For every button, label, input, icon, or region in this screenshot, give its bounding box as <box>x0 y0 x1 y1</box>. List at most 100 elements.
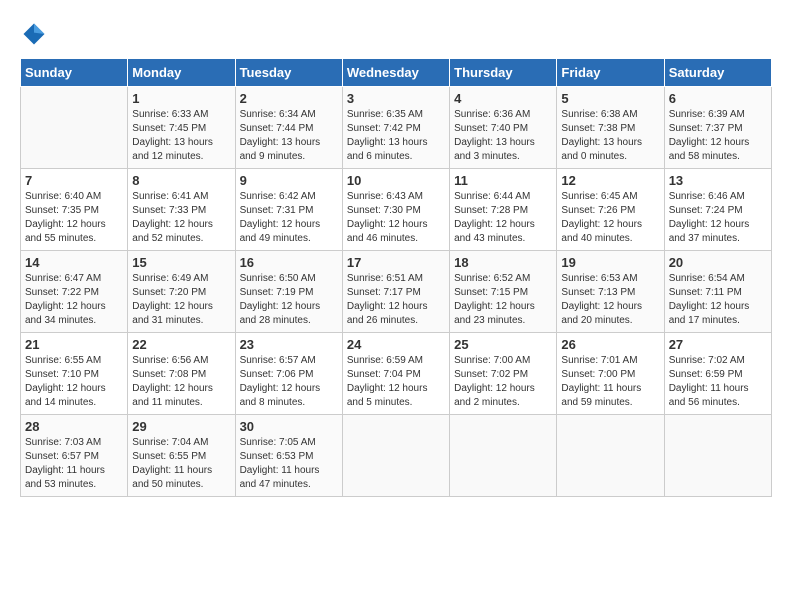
day-number: 15 <box>132 255 230 270</box>
day-info: Sunrise: 6:40 AMSunset: 7:35 PMDaylight:… <box>25 190 123 246</box>
day-number: 19 <box>561 255 659 270</box>
logo-icon <box>20 20 48 48</box>
header-day-tuesday: Tuesday <box>235 59 342 87</box>
day-number: 25 <box>454 337 552 352</box>
day-info: Sunrise: 7:00 AMSunset: 7:02 PMDaylight:… <box>454 354 552 410</box>
day-number: 26 <box>561 337 659 352</box>
header-day-friday: Friday <box>557 59 664 87</box>
calendar-header: SundayMondayTuesdayWednesdayThursdayFrid… <box>21 59 772 87</box>
calendar-cell: 21 Sunrise: 6:55 AMSunset: 7:10 PMDayligh… <box>21 333 128 415</box>
week-row-2: 14 Sunrise: 6:47 AMSunset: 7:22 PMDayligh… <box>21 251 772 333</box>
day-number: 9 <box>240 173 338 188</box>
day-info: Sunrise: 7:04 AMSunset: 6:55 PMDaylight:… <box>132 436 230 492</box>
day-number: 2 <box>240 91 338 106</box>
day-info: Sunrise: 6:46 AMSunset: 7:24 PMDaylight:… <box>669 190 767 246</box>
day-info: Sunrise: 6:49 AMSunset: 7:20 PMDaylight:… <box>132 272 230 328</box>
day-info: Sunrise: 6:53 AMSunset: 7:13 PMDaylight:… <box>561 272 659 328</box>
day-number: 7 <box>25 173 123 188</box>
calendar-cell <box>664 415 771 497</box>
header-day-monday: Monday <box>128 59 235 87</box>
day-number: 18 <box>454 255 552 270</box>
day-info: Sunrise: 6:56 AMSunset: 7:08 PMDaylight:… <box>132 354 230 410</box>
calendar-cell: 27 Sunrise: 7:02 AMSunset: 6:59 PMDayligh… <box>664 333 771 415</box>
day-number: 23 <box>240 337 338 352</box>
calendar-cell: 17Sunrise: 6:51 AMSunset: 7:17 PMDayligh… <box>342 251 449 333</box>
day-number: 21 <box>25 337 123 352</box>
calendar-table: SundayMondayTuesdayWednesdayThursdayFrid… <box>20 58 772 497</box>
day-number: 20 <box>669 255 767 270</box>
day-number: 8 <box>132 173 230 188</box>
calendar-cell: 13 Sunrise: 6:46 AMSunset: 7:24 PMDayligh… <box>664 169 771 251</box>
day-info: Sunrise: 7:01 AMSunset: 7:00 PMDaylight:… <box>561 354 659 410</box>
calendar-cell <box>557 415 664 497</box>
header-day-saturday: Saturday <box>664 59 771 87</box>
logo <box>20 20 52 48</box>
week-row-3: 21 Sunrise: 6:55 AMSunset: 7:10 PMDayligh… <box>21 333 772 415</box>
day-number: 12 <box>561 173 659 188</box>
day-info: Sunrise: 6:45 AMSunset: 7:26 PMDaylight:… <box>561 190 659 246</box>
header-day-wednesday: Wednesday <box>342 59 449 87</box>
calendar-cell <box>450 415 557 497</box>
day-info: Sunrise: 6:43 AMSunset: 7:30 PMDaylight:… <box>347 190 445 246</box>
day-number: 28 <box>25 419 123 434</box>
day-number: 3 <box>347 91 445 106</box>
day-info: Sunrise: 6:35 AMSunset: 7:42 PMDaylight:… <box>347 108 445 164</box>
calendar-cell <box>342 415 449 497</box>
day-number: 24 <box>347 337 445 352</box>
day-info: Sunrise: 6:52 AMSunset: 7:15 PMDaylight:… <box>454 272 552 328</box>
day-info: Sunrise: 7:02 AMSunset: 6:59 PMDaylight:… <box>669 354 767 410</box>
calendar-cell: 25 Sunrise: 7:00 AMSunset: 7:02 PMDayligh… <box>450 333 557 415</box>
day-info: Sunrise: 6:57 AMSunset: 7:06 PMDaylight:… <box>240 354 338 410</box>
day-number: 13 <box>669 173 767 188</box>
day-number: 10 <box>347 173 445 188</box>
calendar-cell: 15 Sunrise: 6:49 AMSunset: 7:20 PMDayligh… <box>128 251 235 333</box>
calendar-cell: 9 Sunrise: 6:42 AMSunset: 7:31 PMDaylight… <box>235 169 342 251</box>
calendar-cell: 14 Sunrise: 6:47 AMSunset: 7:22 PMDayligh… <box>21 251 128 333</box>
day-info: Sunrise: 7:03 AMSunset: 6:57 PMDaylight:… <box>25 436 123 492</box>
calendar-cell <box>21 87 128 169</box>
calendar-cell: 22Sunrise: 6:56 AMSunset: 7:08 PMDayligh… <box>128 333 235 415</box>
calendar-cell: 3 Sunrise: 6:35 AMSunset: 7:42 PMDaylight… <box>342 87 449 169</box>
calendar-cell: 11Sunrise: 6:44 AMSunset: 7:28 PMDayligh… <box>450 169 557 251</box>
day-info: Sunrise: 6:41 AMSunset: 7:33 PMDaylight:… <box>132 190 230 246</box>
day-info: Sunrise: 7:05 AMSunset: 6:53 PMDaylight:… <box>240 436 338 492</box>
day-info: Sunrise: 6:33 AMSunset: 7:45 PMDaylight:… <box>132 108 230 164</box>
day-number: 16 <box>240 255 338 270</box>
day-info: Sunrise: 6:55 AMSunset: 7:10 PMDaylight:… <box>25 354 123 410</box>
day-info: Sunrise: 6:44 AMSunset: 7:28 PMDaylight:… <box>454 190 552 246</box>
header-row: SundayMondayTuesdayWednesdayThursdayFrid… <box>21 59 772 87</box>
calendar-cell: 4Sunrise: 6:36 AMSunset: 7:40 PMDaylight… <box>450 87 557 169</box>
day-number: 4 <box>454 91 552 106</box>
calendar-cell: 5Sunrise: 6:38 AMSunset: 7:38 PMDaylight… <box>557 87 664 169</box>
calendar-cell: 30 Sunrise: 7:05 AMSunset: 6:53 PMDayligh… <box>235 415 342 497</box>
calendar-cell: 7 Sunrise: 6:40 AMSunset: 7:35 PMDaylight… <box>21 169 128 251</box>
day-number: 29 <box>132 419 230 434</box>
week-row-4: 28 Sunrise: 7:03 AMSunset: 6:57 PMDayligh… <box>21 415 772 497</box>
calendar-cell: 1 Sunrise: 6:33 AMSunset: 7:45 PMDaylight… <box>128 87 235 169</box>
day-number: 5 <box>561 91 659 106</box>
day-info: Sunrise: 6:47 AMSunset: 7:22 PMDaylight:… <box>25 272 123 328</box>
week-row-0: 1 Sunrise: 6:33 AMSunset: 7:45 PMDaylight… <box>21 87 772 169</box>
day-number: 30 <box>240 419 338 434</box>
calendar-cell: 12 Sunrise: 6:45 AMSunset: 7:26 PMDayligh… <box>557 169 664 251</box>
day-number: 6 <box>669 91 767 106</box>
calendar-cell: 16 Sunrise: 6:50 AMSunset: 7:19 PMDayligh… <box>235 251 342 333</box>
calendar-body: 1 Sunrise: 6:33 AMSunset: 7:45 PMDaylight… <box>21 87 772 497</box>
day-info: Sunrise: 6:34 AMSunset: 7:44 PMDaylight:… <box>240 108 338 164</box>
day-info: Sunrise: 6:42 AMSunset: 7:31 PMDaylight:… <box>240 190 338 246</box>
day-info: Sunrise: 6:39 AMSunset: 7:37 PMDaylight:… <box>669 108 767 164</box>
day-info: Sunrise: 6:50 AMSunset: 7:19 PMDaylight:… <box>240 272 338 328</box>
calendar-cell: 28 Sunrise: 7:03 AMSunset: 6:57 PMDayligh… <box>21 415 128 497</box>
day-info: Sunrise: 6:59 AMSunset: 7:04 PMDaylight:… <box>347 354 445 410</box>
day-number: 14 <box>25 255 123 270</box>
calendar-cell: 18 Sunrise: 6:52 AMSunset: 7:15 PMDayligh… <box>450 251 557 333</box>
day-number: 1 <box>132 91 230 106</box>
header-day-thursday: Thursday <box>450 59 557 87</box>
header-day-sunday: Sunday <box>21 59 128 87</box>
week-row-1: 7 Sunrise: 6:40 AMSunset: 7:35 PMDaylight… <box>21 169 772 251</box>
day-number: 27 <box>669 337 767 352</box>
day-info: Sunrise: 6:51 AMSunset: 7:17 PMDaylight:… <box>347 272 445 328</box>
calendar-cell: 20Sunrise: 6:54 AMSunset: 7:11 PMDayligh… <box>664 251 771 333</box>
calendar-cell: 6 Sunrise: 6:39 AMSunset: 7:37 PMDaylight… <box>664 87 771 169</box>
calendar-cell: 26 Sunrise: 7:01 AMSunset: 7:00 PMDayligh… <box>557 333 664 415</box>
